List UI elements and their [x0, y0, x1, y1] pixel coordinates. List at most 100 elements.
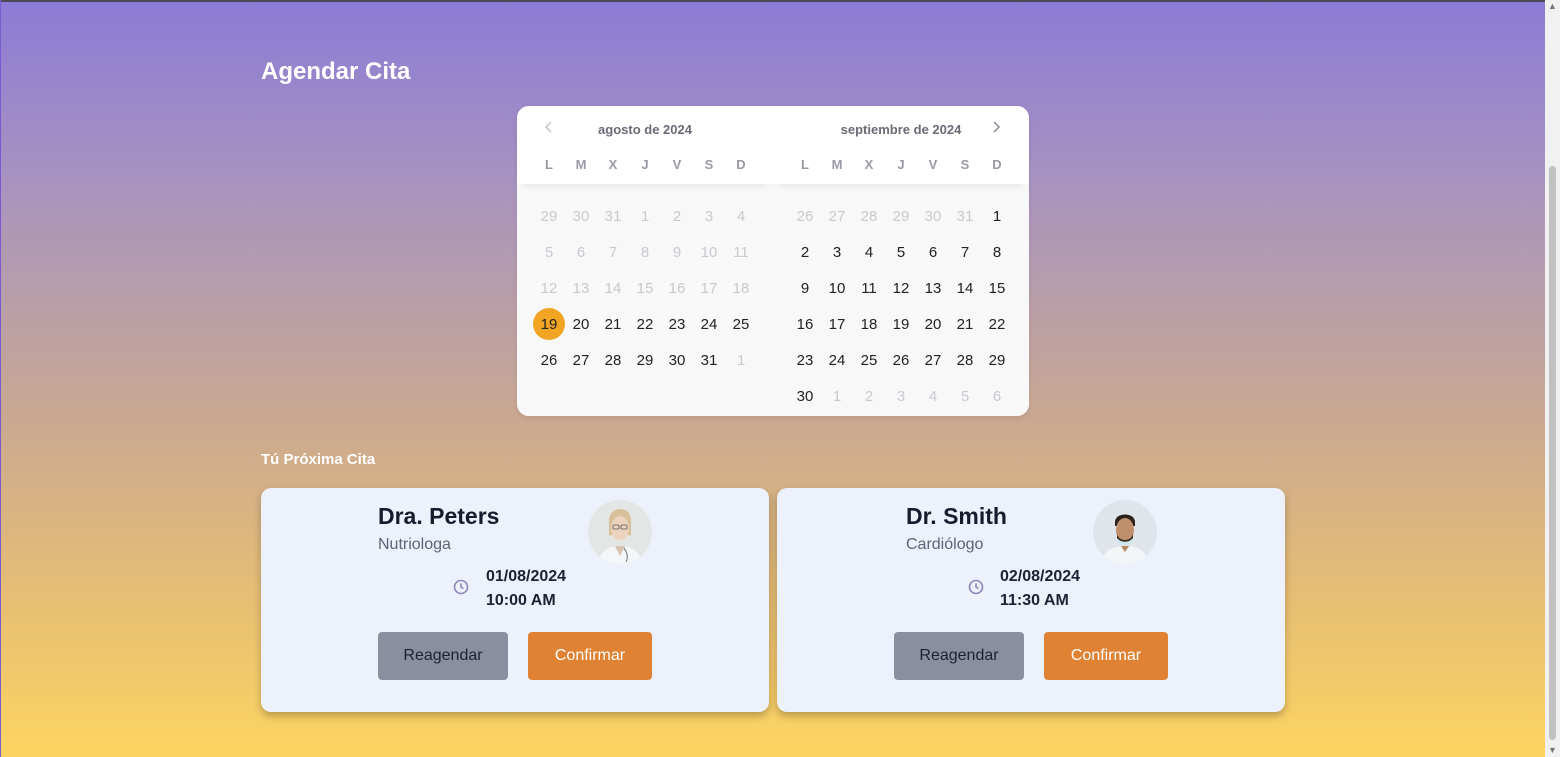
calendar-day[interactable]: 11 [853, 270, 885, 306]
calendar-day: 3 [885, 378, 917, 414]
calendar-day[interactable]: 15 [981, 270, 1013, 306]
calendar-day-number: 6 [928, 243, 938, 261]
next-appointment-heading: Tú Próxima Cita [261, 451, 376, 468]
calendar-day[interactable]: 16 [789, 306, 821, 342]
calendar-day-number: 27 [828, 207, 846, 225]
calendar-day[interactable]: 13 [917, 270, 949, 306]
calendar-day[interactable]: 20 [917, 306, 949, 342]
weekday-header: L M X J V S D [533, 157, 757, 172]
reschedule-button[interactable]: Reagendar [378, 632, 508, 680]
calendar-day-number: 5 [896, 243, 906, 261]
calendar-day[interactable]: 31 [693, 342, 725, 378]
calendar-day-number: 31 [604, 207, 622, 225]
calendar-day[interactable]: 26 [533, 342, 565, 378]
calendar-day-number: 5 [544, 243, 554, 261]
weekday-header: L M X J V S D [789, 157, 1013, 172]
calendar-day[interactable]: 28 [597, 342, 629, 378]
calendar-day[interactable]: 27 [917, 342, 949, 378]
calendar-day-number: 19 [892, 315, 910, 333]
calendar-day-number: 27 [924, 351, 942, 369]
calendar-day[interactable]: 24 [821, 342, 853, 378]
weekday-label: D [736, 157, 746, 172]
calendar-day[interactable]: 23 [789, 342, 821, 378]
appointment-date: 01/08/2024 [486, 568, 567, 585]
calendar-day: 4 [917, 378, 949, 414]
clock-icon [968, 579, 984, 595]
calendar-day[interactable]: 21 [949, 306, 981, 342]
calendar-day[interactable]: 4 [853, 234, 885, 270]
weekday-label: J [641, 157, 649, 172]
calendar-day-number: 14 [956, 279, 974, 297]
calendar-day: 10 [693, 234, 725, 270]
calendar-day-number: 23 [668, 315, 686, 333]
calendar-day[interactable]: 30 [789, 378, 821, 414]
window-top-border [0, 0, 1545, 2]
calendar-day[interactable]: 12 [885, 270, 917, 306]
calendar-day: 3 [693, 198, 725, 234]
calendar-day-number: 27 [572, 351, 590, 369]
calendar-day[interactable]: 24 [693, 306, 725, 342]
calendar-day: 7 [597, 234, 629, 270]
chevron-right-icon[interactable] [988, 120, 1004, 138]
vertical-scrollbar[interactable]: ▲ ▼ [1545, 0, 1560, 757]
calendar-day[interactable]: 14 [949, 270, 981, 306]
calendar-day: 4 [725, 198, 757, 234]
weekday-label: V [928, 157, 938, 172]
calendar-day[interactable]: 7 [949, 234, 981, 270]
confirm-button[interactable]: Confirmar [1044, 632, 1168, 680]
calendar-day[interactable]: 18 [853, 306, 885, 342]
scroll-down-arrow-icon[interactable]: ▼ [1548, 746, 1557, 755]
calendar-day-number: 2 [672, 207, 682, 225]
calendar-day[interactable]: 17 [821, 306, 853, 342]
reschedule-button[interactable]: Reagendar [894, 632, 1024, 680]
calendar-day[interactable]: 5 [885, 234, 917, 270]
calendar-day[interactable]: 10 [821, 270, 853, 306]
calendar-day-number: 22 [988, 315, 1006, 333]
calendar-day-number: 28 [860, 207, 878, 225]
calendar-day[interactable]: 29 [629, 342, 661, 378]
calendar-day: 9 [661, 234, 693, 270]
calendar-day: 6 [981, 378, 1013, 414]
calendar-day-number: 10 [828, 279, 846, 297]
calendar-day[interactable]: 29 [981, 342, 1013, 378]
calendar-day-number: 13 [572, 279, 590, 297]
weekday-label: V [672, 157, 682, 172]
calendar-day[interactable]: 22 [629, 306, 661, 342]
calendar-day-number: 16 [668, 279, 686, 297]
calendar-day[interactable]: 25 [725, 306, 757, 342]
calendar-day-number: 11 [861, 279, 877, 297]
doctor-name: Dr. Smith [906, 503, 1007, 529]
confirm-button[interactable]: Confirmar [528, 632, 652, 680]
calendar-day[interactable]: 9 [789, 270, 821, 306]
calendar-day-number: 31 [956, 207, 974, 225]
calendar-day-number: 5 [960, 387, 970, 405]
weekday-label: L [801, 157, 809, 172]
calendar-day[interactable]: 19 [885, 306, 917, 342]
calendar-day-number: 29 [988, 351, 1006, 369]
calendar-day[interactable]: 6 [917, 234, 949, 270]
calendar-day[interactable]: 2 [789, 234, 821, 270]
calendar-day[interactable]: 30 [661, 342, 693, 378]
calendar-day-number: 20 [924, 315, 942, 333]
calendar-day[interactable]: 20 [565, 306, 597, 342]
calendar-day[interactable]: 27 [565, 342, 597, 378]
chevron-left-icon[interactable] [541, 120, 557, 138]
calendar-day: 13 [565, 270, 597, 306]
calendar-day[interactable]: 28 [949, 342, 981, 378]
calendar-day[interactable]: 23 [661, 306, 693, 342]
calendar-day-number: 8 [992, 243, 1002, 261]
calendar-day[interactable]: 8 [981, 234, 1013, 270]
calendar-day-selected[interactable]: 19 [533, 306, 565, 342]
calendar-day[interactable]: 3 [821, 234, 853, 270]
doctor-avatar [1093, 500, 1157, 564]
calendar-day[interactable]: 1 [981, 198, 1013, 234]
calendar-day-number: 29 [540, 207, 558, 225]
calendar-day[interactable]: 21 [597, 306, 629, 342]
calendar-day[interactable]: 26 [885, 342, 917, 378]
doctor-specialty: Cardiólogo [906, 536, 984, 553]
calendar-day[interactable]: 22 [981, 306, 1013, 342]
calendar-day[interactable]: 25 [853, 342, 885, 378]
calendar-day-number: 2 [800, 243, 810, 261]
scrollbar-thumb[interactable] [1549, 166, 1556, 740]
scroll-up-arrow-icon[interactable]: ▲ [1548, 2, 1557, 11]
